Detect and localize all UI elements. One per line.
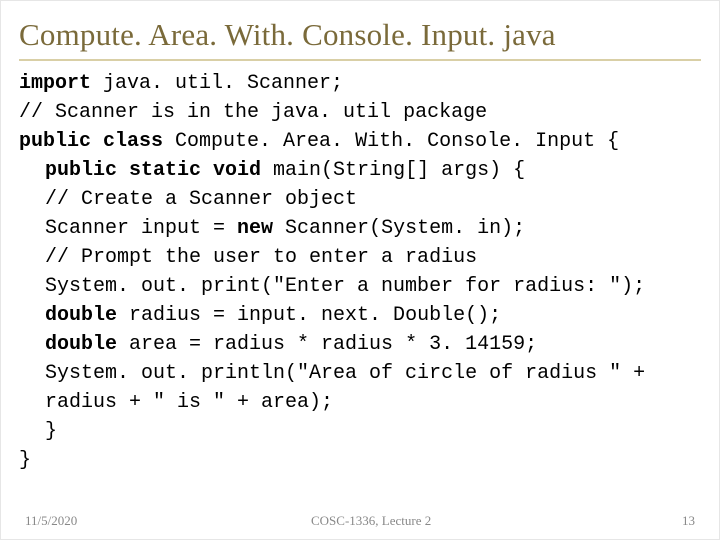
code-text: radius = input. next. Double(); <box>117 304 501 327</box>
keyword: public class <box>19 130 163 153</box>
code-line: // Scanner is in the java. util package <box>19 98 701 127</box>
code-line: public static void main(String[] args) { <box>19 156 701 185</box>
keyword: double <box>45 333 117 356</box>
code-line: System. out. println("Area of circle of … <box>19 359 701 417</box>
code-line: } <box>19 417 701 446</box>
footer-page: 13 <box>665 513 695 529</box>
code-line: public class Compute. Area. With. Consol… <box>19 127 701 156</box>
code-line: double area = radius * radius * 3. 14159… <box>19 330 701 359</box>
keyword: import <box>19 72 91 95</box>
code-line: // Prompt the user to enter a radius <box>19 243 701 272</box>
slide-footer: 11/5/2020 COSC-1336, Lecture 2 13 <box>1 513 719 529</box>
code-line: Scanner input = new Scanner(System. in); <box>19 214 701 243</box>
code-text: java. util. Scanner; <box>91 72 343 95</box>
code-line: System. out. print("Enter a number for r… <box>19 272 701 301</box>
slide-body: import java. util. Scanner; // Scanner i… <box>19 61 701 539</box>
code-line: // Create a Scanner object <box>19 185 701 214</box>
code-text: area = radius * radius * 3. 14159; <box>117 333 537 356</box>
slide-title: Compute. Area. With. Console. Input. jav… <box>19 15 701 61</box>
keyword: double <box>45 304 117 327</box>
keyword: public static void <box>45 159 261 182</box>
code-text: Compute. Area. With. Console. Input { <box>163 130 619 153</box>
code-block: import java. util. Scanner; // Scanner i… <box>19 69 701 475</box>
code-line: import java. util. Scanner; <box>19 69 701 98</box>
code-text: Scanner input = <box>45 217 237 240</box>
code-line: double radius = input. next. Double(); <box>19 301 701 330</box>
slide: Compute. Area. With. Console. Input. jav… <box>0 0 720 540</box>
footer-date: 11/5/2020 <box>25 513 77 529</box>
code-text: Scanner(System. in); <box>273 217 525 240</box>
keyword: new <box>237 217 273 240</box>
code-line: } <box>19 446 701 475</box>
footer-course: COSC-1336, Lecture 2 <box>77 513 665 529</box>
code-text: main(String[] args) { <box>261 159 525 182</box>
